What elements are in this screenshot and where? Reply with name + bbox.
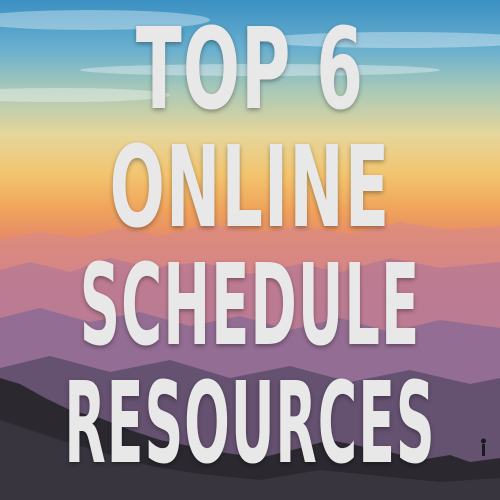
headline-line-4: RESOURCES (64, 359, 436, 489)
headline-line-3: SCHEDULE (79, 241, 421, 371)
headline: TOP 6 ONLINE SCHEDULE RESOURCES (0, 0, 500, 500)
thumbnail-image: TOP 6 ONLINE SCHEDULE RESOURCES (0, 0, 500, 500)
headline-line-1: TOP 6 (135, 5, 365, 135)
headline-line-2: ONLINE (109, 123, 391, 253)
